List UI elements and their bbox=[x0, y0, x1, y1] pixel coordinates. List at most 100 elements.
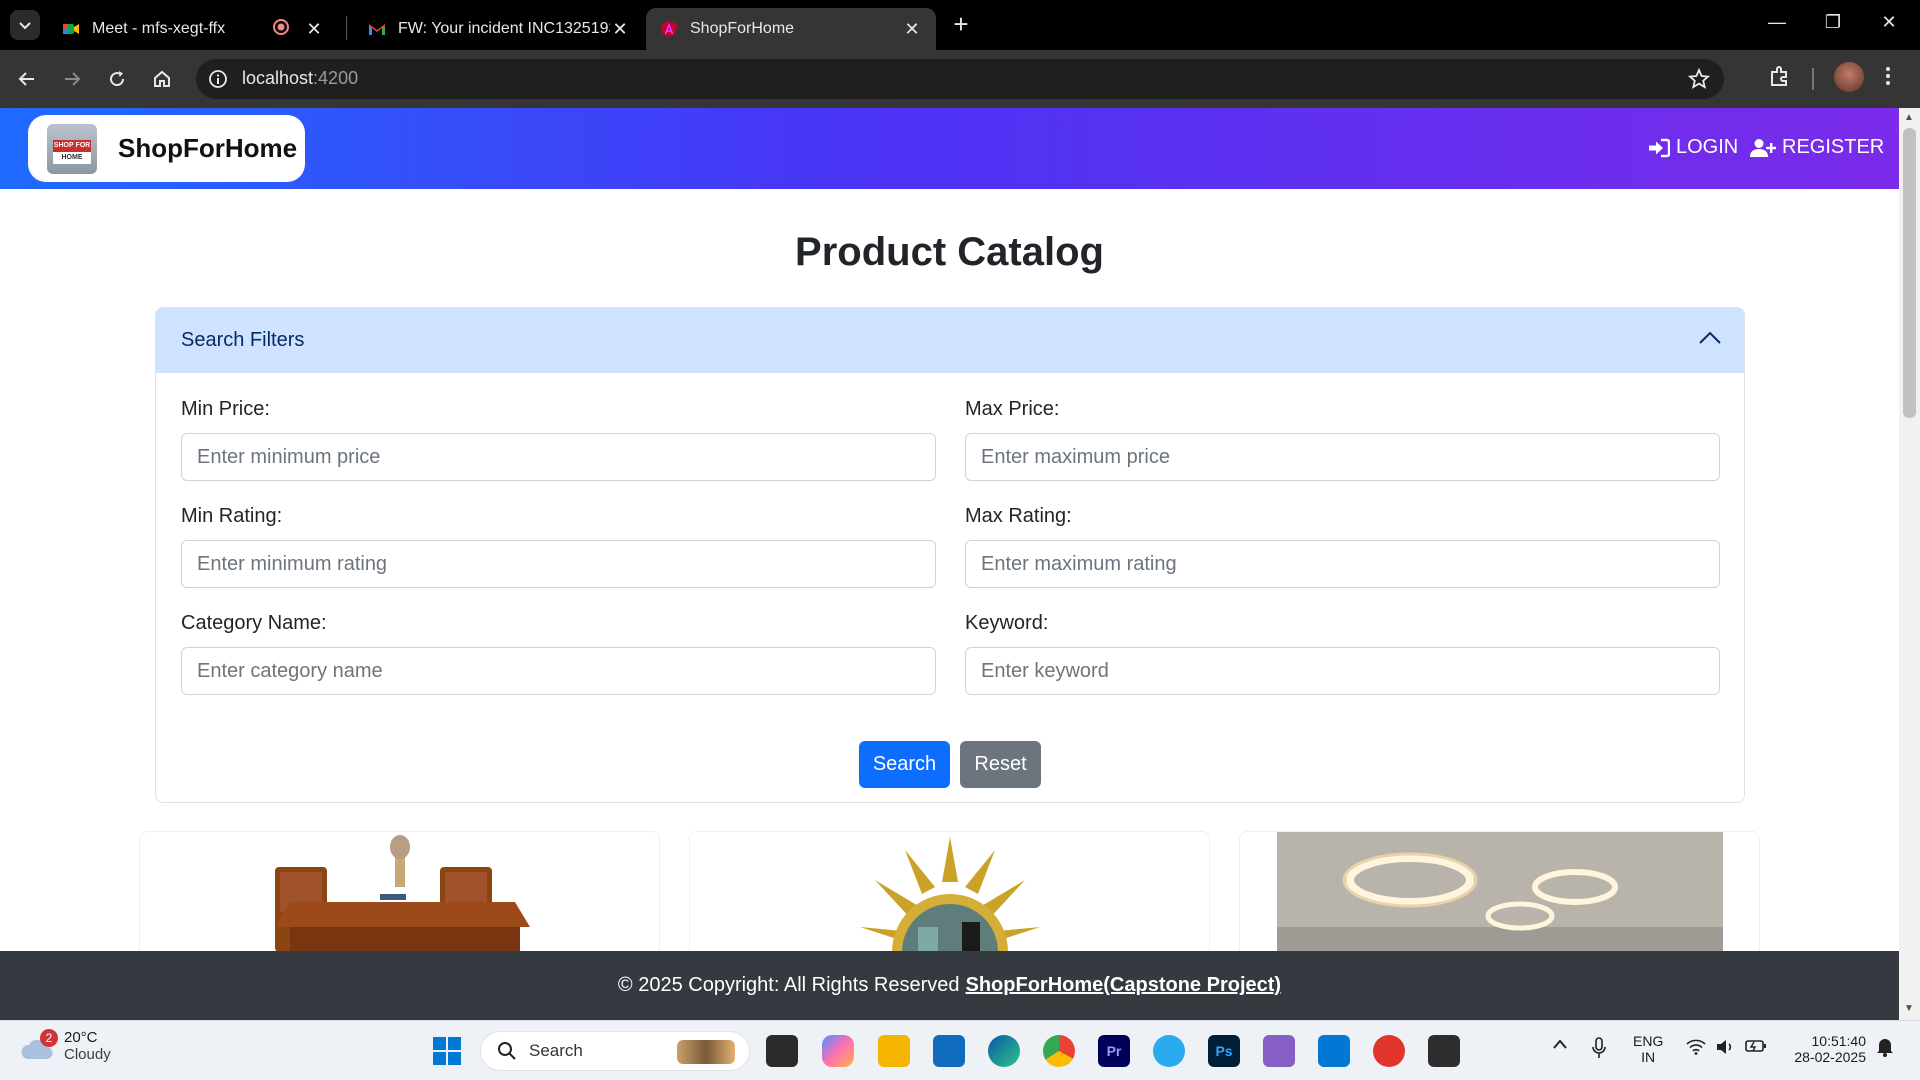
search-filters-title: Search Filters bbox=[181, 329, 305, 351]
tab-gmail[interactable]: FW: Your incident INC13251937 ✕ bbox=[354, 8, 644, 50]
clock-date: 28-02-2025 bbox=[1794, 1049, 1866, 1065]
microphone-icon[interactable] bbox=[1592, 1037, 1606, 1062]
reset-button[interactable]: Reset bbox=[960, 741, 1041, 788]
brand-link[interactable]: SHOP FOR HOME ShopForHome bbox=[28, 115, 305, 182]
microsoft-store-icon[interactable] bbox=[933, 1035, 965, 1067]
shopforhome-logo: SHOP FOR HOME bbox=[47, 123, 97, 174]
edge-icon[interactable] bbox=[988, 1035, 1020, 1067]
search-highlight-image bbox=[677, 1040, 735, 1064]
notification-bell-icon[interactable] bbox=[1876, 1037, 1894, 1060]
login-label: LOGIN bbox=[1676, 136, 1739, 158]
login-link[interactable]: LOGIN bbox=[1648, 136, 1738, 159]
restore-icon[interactable]: ❐ bbox=[1818, 12, 1848, 33]
search-button[interactable]: Search bbox=[859, 741, 950, 788]
search-filters-panel: Search Filters Min Price: Max Price: Min… bbox=[155, 307, 1745, 803]
web-page: SHOP FOR HOME ShopForHome LOGIN REGISTER… bbox=[0, 108, 1899, 1020]
address-bar[interactable]: localhost:4200 bbox=[196, 59, 1724, 99]
minimize-icon[interactable]: — bbox=[1762, 12, 1792, 33]
vscode-icon[interactable] bbox=[1318, 1035, 1350, 1067]
new-tab-button[interactable]: + bbox=[948, 11, 974, 38]
copilot-icon[interactable] bbox=[822, 1035, 854, 1067]
show-hidden-icons-chevron-up-icon[interactable] bbox=[1552, 1037, 1568, 1053]
url-text: localhost:4200 bbox=[242, 68, 358, 89]
weather-temperature: 20°C bbox=[64, 1029, 98, 1046]
home-icon[interactable] bbox=[147, 64, 177, 94]
scroll-down-icon[interactable]: ▼ bbox=[1904, 1003, 1914, 1014]
min-price-label: Min Price: bbox=[181, 398, 270, 420]
chrome-icon[interactable] bbox=[1043, 1035, 1075, 1067]
register-link[interactable]: REGISTER bbox=[1750, 136, 1884, 159]
max-price-input[interactable] bbox=[965, 433, 1720, 481]
tab-shopforhome[interactable]: ShopForHome ✕ bbox=[646, 8, 936, 50]
product-image-sunburst-mirror bbox=[860, 837, 1040, 952]
weather-widget[interactable]: 2 20°C Cloudy bbox=[20, 1029, 111, 1063]
bookmark-star-icon[interactable] bbox=[1687, 67, 1711, 95]
more-menu-icon[interactable] bbox=[1884, 64, 1892, 93]
visual-studio-icon[interactable] bbox=[1263, 1035, 1295, 1067]
scroll-up-icon[interactable]: ▲ bbox=[1904, 112, 1914, 123]
user-plus-icon bbox=[1750, 138, 1776, 158]
taskbar-search-box[interactable]: Search bbox=[480, 1031, 750, 1071]
reload-icon[interactable] bbox=[102, 64, 132, 94]
forward-icon[interactable] bbox=[57, 64, 87, 94]
recording-icon bbox=[272, 18, 290, 41]
brand-name: ShopForHome bbox=[118, 133, 298, 163]
windows-start-icon[interactable] bbox=[432, 1036, 462, 1071]
close-tab-icon[interactable]: ✕ bbox=[304, 19, 324, 39]
google-meet-icon bbox=[62, 20, 80, 38]
app-navbar: SHOP FOR HOME ShopForHome LOGIN REGISTER bbox=[0, 108, 1899, 189]
page-title: Product Catalog bbox=[795, 230, 1104, 274]
language-code: ENG bbox=[1633, 1033, 1664, 1049]
chevron-up-icon[interactable] bbox=[1698, 329, 1722, 353]
extensions-icon[interactable] bbox=[1768, 64, 1792, 93]
product-image-ceiling-light bbox=[1277, 832, 1723, 952]
close-window-icon[interactable]: ✕ bbox=[1874, 12, 1904, 33]
category-name-label: Category Name: bbox=[181, 612, 327, 634]
terminal-icon[interactable] bbox=[1428, 1035, 1460, 1067]
region-code: IN bbox=[1641, 1049, 1656, 1065]
register-label: REGISTER bbox=[1782, 136, 1885, 158]
weather-alert-badge: 2 bbox=[40, 1029, 58, 1047]
keyword-input[interactable] bbox=[965, 647, 1720, 695]
file-explorer-icon[interactable] bbox=[878, 1035, 910, 1067]
page-scrollbar[interactable]: ▲ ▼ bbox=[1899, 108, 1920, 1020]
min-rating-label: Min Rating: bbox=[181, 505, 283, 527]
weather-condition: Cloudy bbox=[64, 1046, 111, 1063]
close-tab-icon[interactable]: ✕ bbox=[902, 19, 922, 39]
clock-time: 10:51:40 bbox=[1811, 1033, 1867, 1049]
min-rating-input[interactable] bbox=[181, 540, 936, 588]
toolbar-divider bbox=[1812, 68, 1814, 90]
tab-meet[interactable]: Meet - mfs-xegt-ffx ✕ bbox=[48, 8, 338, 50]
battery-icon[interactable] bbox=[1745, 1039, 1767, 1056]
scrollbar-thumb[interactable] bbox=[1903, 128, 1916, 418]
product-image-dining-set bbox=[275, 835, 530, 952]
close-tab-icon[interactable]: ✕ bbox=[610, 19, 630, 39]
wifi-icon[interactable] bbox=[1686, 1039, 1706, 1058]
input-language-indicator[interactable]: ENG IN bbox=[1633, 1033, 1663, 1065]
system-clock[interactable]: 10:51:40 28-02-2025 bbox=[1786, 1033, 1866, 1065]
footer-project-link[interactable]: ShopForHome(Capstone Project) bbox=[966, 974, 1282, 997]
min-price-input[interactable] bbox=[181, 433, 936, 481]
search-filters-header[interactable]: Search Filters bbox=[156, 308, 1744, 373]
search-icon bbox=[498, 1042, 516, 1060]
site-info-icon[interactable] bbox=[208, 69, 228, 94]
windows-taskbar: 2 20°C Cloudy Search Pr Ps ENG IN 10:51:… bbox=[0, 1020, 1920, 1080]
tab-search-button[interactable] bbox=[10, 10, 40, 40]
task-view-icon[interactable] bbox=[766, 1035, 798, 1067]
gmail-icon bbox=[368, 20, 386, 38]
copyright-text: © 2025 Copyright: All Rights Reserved bbox=[617, 974, 960, 996]
url-port: :4200 bbox=[313, 68, 359, 88]
wps-office-icon[interactable] bbox=[1373, 1035, 1405, 1067]
url-host: localhost bbox=[242, 68, 314, 88]
max-price-label: Max Price: bbox=[965, 398, 1060, 420]
premiere-pro-icon[interactable]: Pr bbox=[1098, 1035, 1130, 1067]
app-footer: © 2025 Copyright: All Rights Reserved Sh… bbox=[0, 951, 1899, 1020]
back-icon[interactable] bbox=[12, 64, 42, 94]
sign-in-icon bbox=[1648, 138, 1670, 158]
category-name-input[interactable] bbox=[181, 647, 936, 695]
telegram-icon[interactable] bbox=[1153, 1035, 1185, 1067]
profile-avatar[interactable] bbox=[1834, 62, 1864, 92]
max-rating-input[interactable] bbox=[965, 540, 1720, 588]
photoshop-icon[interactable]: Ps bbox=[1208, 1035, 1240, 1067]
volume-icon[interactable] bbox=[1716, 1039, 1734, 1058]
